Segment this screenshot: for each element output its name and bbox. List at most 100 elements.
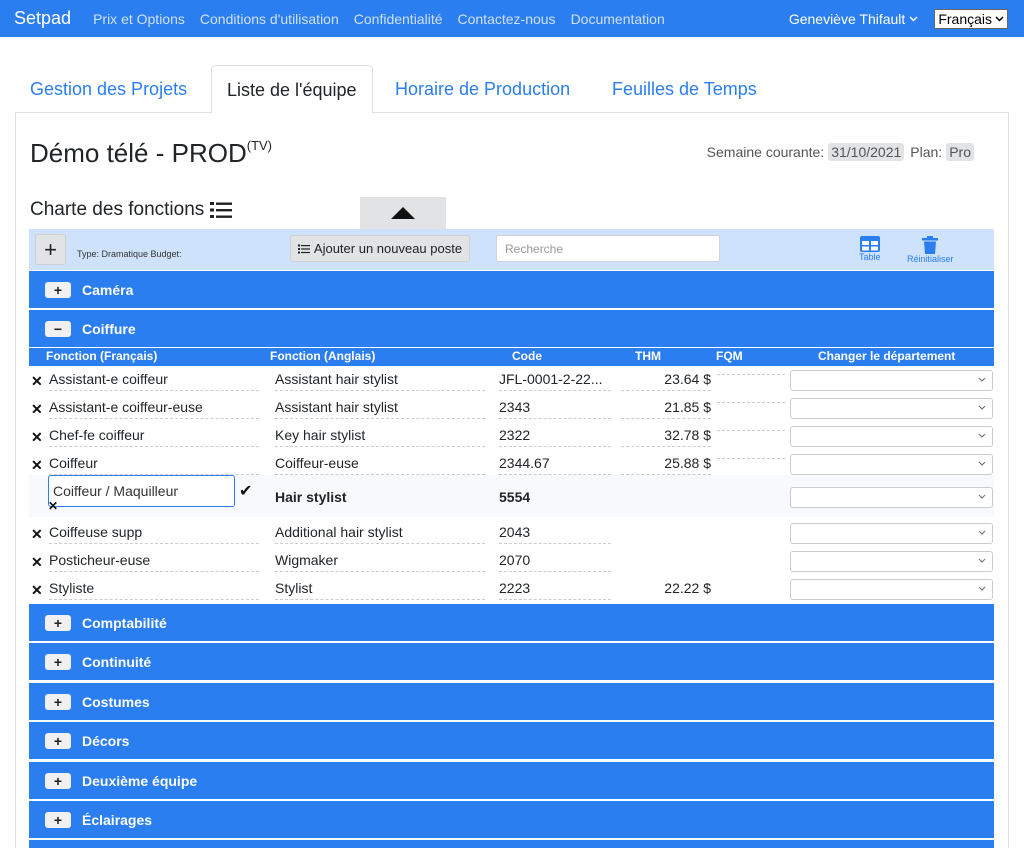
department-header[interactable]: + Comptabilité — [29, 604, 994, 642]
collapse-icon[interactable]: − — [45, 320, 71, 337]
cell-code[interactable]: JFL-0001-2-22... — [499, 371, 611, 391]
department-select[interactable] — [790, 454, 993, 475]
caret-up-icon — [391, 207, 415, 219]
expand-icon[interactable]: + — [45, 732, 71, 749]
delete-icon[interactable]: ✕ — [31, 457, 43, 474]
add-department-button[interactable]: + — [35, 234, 66, 265]
expand-icon[interactable]: + — [45, 614, 71, 631]
department-header[interactable]: + Décors — [29, 722, 994, 760]
cell-en[interactable]: Assistant hair stylist — [275, 399, 485, 419]
delete-icon[interactable]: ✕ — [31, 526, 43, 543]
cell-code[interactable]: 2344.67 — [499, 455, 611, 475]
tab-project-management[interactable]: Gestion des Projets — [15, 65, 202, 113]
department-select[interactable] — [790, 426, 993, 447]
department-select[interactable] — [790, 551, 993, 572]
cell-thm[interactable]: 23.64 $ — [621, 371, 711, 391]
cell-code[interactable]: 5554 — [499, 489, 530, 505]
cell-en[interactable]: Coiffeur-euse — [275, 455, 485, 475]
chevron-down-icon — [978, 433, 986, 438]
cell-fqm[interactable] — [717, 455, 785, 459]
main-tabs: Gestion des Projets Liste de l'équipe Ho… — [15, 65, 1009, 114]
cell-thm[interactable]: 32.78 $ — [621, 427, 711, 447]
department-label: Comptabilité — [82, 614, 167, 631]
list-icon[interactable] — [210, 201, 233, 219]
cell-fr[interactable]: Assistant-e coiffeur — [49, 371, 259, 391]
language-value: Français — [938, 10, 992, 27]
cell-code[interactable]: 2322 — [499, 427, 611, 447]
department-header-partial[interactable] — [29, 840, 994, 848]
cell-en[interactable]: Hair stylist — [275, 489, 347, 505]
tab-team-list[interactable]: Liste de l'équipe — [211, 65, 373, 114]
collapse-toggle[interactable] — [360, 197, 446, 229]
department-header[interactable]: + Éclairages — [29, 801, 994, 839]
cell-en[interactable]: Assistant hair stylist — [275, 371, 485, 391]
cell-fr[interactable]: Coiffeuse supp — [49, 524, 259, 544]
add-new-post-label: Ajouter un nouveau poste — [313, 241, 463, 256]
nav-link-privacy[interactable]: Confidentialité — [354, 11, 443, 27]
chevron-down-icon — [978, 405, 986, 410]
department-select[interactable] — [790, 579, 993, 600]
table-view-button[interactable]: Table — [859, 236, 881, 262]
department-header[interactable]: + Caméra — [29, 271, 994, 309]
cell-code[interactable]: 2043 — [499, 524, 611, 544]
delete-icon[interactable]: ✕ — [31, 401, 43, 418]
cell-thm[interactable]: 21.85 $ — [621, 399, 711, 419]
cell-fr[interactable]: Styliste — [49, 580, 259, 600]
cell-fr[interactable]: Assistant-e coiffeur-euse — [49, 399, 259, 419]
department-select[interactable] — [790, 370, 993, 391]
tab-production-schedule[interactable]: Horaire de Production — [380, 65, 585, 113]
reset-button[interactable]: Réinitialiser — [907, 236, 954, 264]
nav-link-contact[interactable]: Contactez-nous — [458, 11, 556, 27]
delete-icon[interactable]: ✕ — [31, 429, 43, 446]
department-header[interactable]: − Coiffure — [29, 310, 994, 348]
cell-fqm[interactable] — [717, 427, 785, 431]
cell-code[interactable]: 2223 — [499, 580, 611, 600]
cell-thm[interactable]: 22.22 $ — [621, 580, 711, 599]
cell-code[interactable]: 2343 — [499, 399, 611, 419]
expand-icon[interactable]: + — [45, 281, 71, 298]
chevron-down-icon — [978, 586, 986, 591]
cell-fr[interactable]: Posticheur-euse — [49, 552, 259, 572]
department-label: Deuxième équipe — [82, 772, 198, 789]
cell-code[interactable]: 2070 — [499, 552, 611, 572]
nav-link-terms[interactable]: Conditions d'utilisation — [200, 11, 339, 27]
cell-fr[interactable]: Chef-fe coiffeur — [49, 427, 259, 447]
cell-en[interactable]: Additional hair stylist — [275, 524, 485, 544]
cell-en[interactable]: Wigmaker — [275, 552, 485, 572]
cell-fqm[interactable] — [717, 524, 785, 527]
cell-fr[interactable]: Coiffeur — [49, 455, 259, 475]
language-select[interactable]: Français — [934, 8, 1008, 29]
department-header[interactable]: + Continuité — [29, 643, 994, 681]
project-type-badge: (TV) — [246, 138, 273, 153]
department-header[interactable]: + Costumes — [29, 683, 994, 721]
cell-en[interactable]: Stylist — [275, 580, 485, 600]
edit-fr-input[interactable] — [48, 475, 235, 507]
expand-icon[interactable]: + — [45, 811, 71, 828]
expand-icon[interactable]: + — [45, 772, 71, 789]
table-icon — [859, 236, 880, 252]
search-input[interactable] — [496, 235, 720, 262]
cancel-edit-icon[interactable]: ✕ — [48, 499, 58, 513]
department-select[interactable] — [790, 487, 993, 508]
user-menu[interactable]: Geneviève Thifault — [789, 11, 918, 27]
nav-link-pricing[interactable]: Prix et Options — [93, 11, 185, 27]
delete-icon[interactable]: ✕ — [31, 373, 43, 390]
department-header[interactable]: + Deuxième équipe — [29, 762, 994, 800]
confirm-check-icon[interactable]: ✔ — [239, 481, 252, 501]
plan-value: Pro — [946, 143, 974, 161]
cell-en[interactable]: Key hair stylist — [275, 427, 485, 447]
tab-timesheets[interactable]: Feuilles de Temps — [597, 65, 772, 113]
cell-fqm[interactable] — [717, 371, 785, 375]
brand-logo[interactable]: Setpad — [14, 8, 71, 29]
delete-icon[interactable]: ✕ — [31, 582, 43, 599]
delete-icon[interactable]: ✕ — [31, 554, 43, 571]
department-label: Caméra — [82, 281, 134, 298]
department-select[interactable] — [790, 523, 993, 544]
nav-link-docs[interactable]: Documentation — [571, 11, 665, 27]
expand-icon[interactable]: + — [45, 653, 71, 670]
add-new-post-button[interactable]: Ajouter un nouveau poste — [290, 235, 470, 262]
department-select[interactable] — [790, 398, 993, 419]
expand-icon[interactable]: + — [45, 693, 71, 710]
cell-thm[interactable]: 25.88 $ — [621, 455, 711, 475]
cell-fqm[interactable] — [717, 399, 785, 403]
